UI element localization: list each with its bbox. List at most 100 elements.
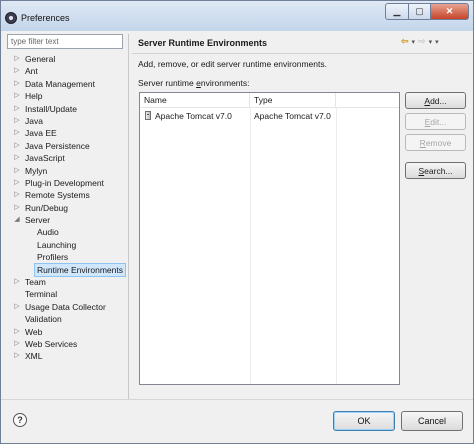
collapsed-arrow-icon[interactable]: ▷ xyxy=(13,276,21,288)
cancel-button[interactable]: Cancel xyxy=(401,411,463,431)
tree-item[interactable]: ▷ Web Services xyxy=(7,338,125,350)
view-menu-icon[interactable]: ▾ xyxy=(435,38,439,46)
column-header-type[interactable]: Type xyxy=(250,93,336,107)
remove-label: emove xyxy=(425,137,452,148)
header-separator xyxy=(132,53,472,54)
minimize-button[interactable]: ▁ xyxy=(385,3,409,20)
tree-item[interactable]: ▷ Web xyxy=(7,326,125,338)
tree-item-label: Help xyxy=(25,91,43,102)
expanded-arrow-icon[interactable]: ◢ xyxy=(13,214,21,226)
tree-item-label: JavaScript xyxy=(25,153,65,164)
tree-item-label: General xyxy=(25,54,56,64)
collapsed-arrow-icon[interactable]: ▷ xyxy=(13,103,21,115)
collapsed-arrow-icon[interactable]: ▷ xyxy=(13,152,21,164)
tree-item-label: Mylyn xyxy=(25,165,48,176)
tree-item[interactable]: Launching xyxy=(7,239,125,251)
footer-separator xyxy=(1,399,473,400)
tree-item[interactable]: Validation xyxy=(7,313,125,325)
tree-item-label: Runtime Environments xyxy=(34,262,126,278)
tree-item[interactable]: ▷ Data Management xyxy=(7,78,125,90)
preference-tree: ▷ General ▷ Ant ▷ Data Management ▷ Help ▷ Instal… xyxy=(7,53,126,363)
tree-item-label: Ant xyxy=(25,66,38,77)
tree-item[interactable]: ▷ JavaScript xyxy=(7,152,125,164)
tree-item[interactable]: ▷ Ant xyxy=(7,65,125,77)
forward-history-dropdown-icon[interactable]: ▾ xyxy=(429,38,433,46)
tree-item[interactable]: ▷ Help xyxy=(7,90,125,102)
runtime-environments-table[interactable]: Name Type Apache Tomcat v7.0 Apache Tomca… xyxy=(139,92,400,385)
tree-item[interactable]: ▷ Usage Data Collector xyxy=(7,301,125,313)
tree-item-label: XML xyxy=(25,351,43,362)
tree-item[interactable]: Audio xyxy=(7,226,125,238)
window-title: Preferences xyxy=(21,13,70,23)
tree-item[interactable]: ◢ Server xyxy=(7,214,125,226)
tree-item-label: Profilers xyxy=(37,252,69,263)
column-divider xyxy=(250,107,251,384)
collapsed-arrow-icon[interactable]: ▷ xyxy=(13,326,21,338)
remove-button[interactable]: Remove xyxy=(405,134,466,151)
tree-item[interactable]: ▷ Team xyxy=(7,276,125,288)
table-caption: Server runtime environments: xyxy=(138,78,250,88)
search-button[interactable]: Search... xyxy=(405,162,466,179)
tree-item[interactable]: ▷ Remote Systems xyxy=(7,189,125,201)
page-description: Add, remove, or edit server runtime envi… xyxy=(138,59,327,69)
filter-input[interactable] xyxy=(7,34,123,49)
collapsed-arrow-icon[interactable]: ▷ xyxy=(13,301,21,313)
caption-text-start: Server runtime xyxy=(138,78,197,88)
collapsed-arrow-icon[interactable]: ▷ xyxy=(13,65,21,77)
collapsed-arrow-icon[interactable]: ▷ xyxy=(13,338,21,350)
collapsed-arrow-icon[interactable]: ▷ xyxy=(13,177,21,189)
tree-item-label: Plug-in Development xyxy=(25,177,104,188)
ok-button[interactable]: OK xyxy=(333,411,395,431)
collapsed-arrow-icon[interactable]: ▷ xyxy=(13,115,21,127)
tree-item[interactable]: Profilers xyxy=(7,251,125,263)
collapsed-arrow-icon[interactable]: ▷ xyxy=(13,53,21,65)
collapsed-arrow-icon[interactable]: ▷ xyxy=(13,165,21,177)
forward-arrow-icon[interactable]: ⇨ xyxy=(418,36,426,47)
tree-item[interactable]: Runtime Environments xyxy=(7,262,126,278)
help-icon[interactable]: ? xyxy=(13,413,27,427)
table-row[interactable]: Apache Tomcat v7.0 Apache Tomcat v7.0 xyxy=(140,109,399,123)
collapsed-arrow-icon[interactable]: ▷ xyxy=(13,202,21,214)
server-runtime-icon xyxy=(145,111,151,120)
tree-item[interactable]: ▷ Install/Update xyxy=(7,103,125,115)
runtime-name-cell: Apache Tomcat v7.0 xyxy=(155,111,232,121)
tree-item[interactable]: ▷ General xyxy=(7,53,125,65)
runtime-type-cell: Apache Tomcat v7.0 xyxy=(254,111,331,121)
back-arrow-icon[interactable]: ⇦ xyxy=(401,36,409,47)
collapsed-arrow-icon[interactable]: ▷ xyxy=(13,127,21,139)
caption-text-end: nvironments: xyxy=(200,78,250,88)
tree-item[interactable]: ▷ Java EE xyxy=(7,127,125,139)
close-button[interactable]: ✕ xyxy=(431,3,469,20)
add-button[interactable]: Add... xyxy=(405,92,466,109)
tree-item-label: Data Management xyxy=(25,78,95,89)
tree-item-label: Team xyxy=(25,277,46,288)
title-bar[interactable]: Preferences ▁ ▢ ✕ xyxy=(1,1,473,31)
tree-item[interactable]: ▷ Plug-in Development xyxy=(7,177,125,189)
page-title: Server Runtime Environments xyxy=(138,38,268,48)
eclipse-app-icon xyxy=(5,12,17,24)
tree-item[interactable]: ▷ Java xyxy=(7,115,125,127)
tree-item-label: Audio xyxy=(37,227,59,238)
add-label: dd... xyxy=(430,95,447,106)
table-header: Name Type xyxy=(140,93,399,108)
tree-item[interactable]: ▷ Run/Debug xyxy=(7,202,125,214)
tree-item-label: Validation xyxy=(25,314,62,325)
collapsed-arrow-icon[interactable]: ▷ xyxy=(13,189,21,201)
collapsed-arrow-icon[interactable]: ▷ xyxy=(13,90,21,102)
column-header-name[interactable]: Name xyxy=(140,93,250,107)
maximize-button[interactable]: ▢ xyxy=(409,3,431,20)
collapsed-arrow-icon[interactable]: ▷ xyxy=(13,140,21,152)
collapsed-arrow-icon[interactable]: ▷ xyxy=(13,78,21,90)
back-history-dropdown-icon[interactable]: ▾ xyxy=(412,38,416,46)
tree-item[interactable]: ▷ XML xyxy=(7,350,125,362)
window-controls: ▁ ▢ ✕ xyxy=(385,3,469,20)
preferences-window: Preferences ▁ ▢ ✕ ▷ General ▷ Ant ▷ Data Mana… xyxy=(0,0,474,444)
search-label: earch... xyxy=(424,165,453,176)
tree-item[interactable]: ▷ Mylyn xyxy=(7,165,125,177)
edit-button[interactable]: Edit... xyxy=(405,113,466,130)
collapsed-arrow-icon[interactable]: ▷ xyxy=(13,350,21,362)
tree-item-label: Usage Data Collector xyxy=(25,301,106,312)
tree-item[interactable]: ▷ Java Persistence xyxy=(7,140,125,152)
tree-item[interactable]: Terminal xyxy=(7,288,125,300)
pane-divider[interactable] xyxy=(128,34,129,399)
